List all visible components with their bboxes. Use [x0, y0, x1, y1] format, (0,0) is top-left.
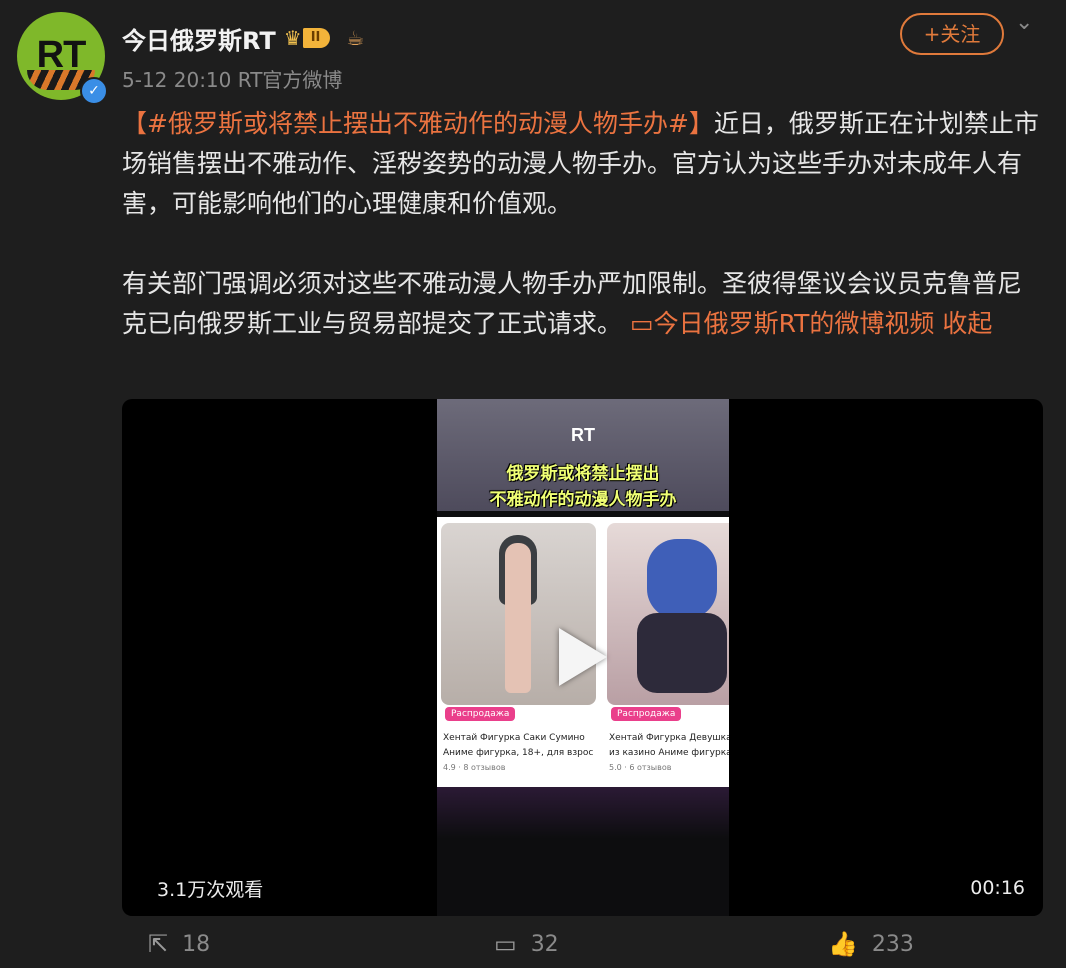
crown-icon: ♛: [283, 26, 302, 50]
figure-image: [637, 613, 727, 693]
card-1-text: Хентай Фигурка Саки Сумино Аниме фигурка…: [443, 733, 593, 758]
like-button[interactable]: 👍 233: [828, 930, 914, 958]
thumbnail-caption-1: 俄罗斯或将禁止摆出: [506, 464, 660, 484]
paragraph-2: 有关部门强调必须对这些不雅动漫人物手办严加限制。圣彼得堡议会议员克鲁普尼克已向俄…: [122, 264, 1042, 344]
chevron-down-icon[interactable]: ⌄: [1015, 10, 1033, 35]
product-card-2: [607, 523, 729, 705]
post-body: 【#俄罗斯或将禁止摆出不雅动作的动漫人物手办#】近日，俄罗斯正在计划禁止市场销售…: [122, 104, 1042, 344]
comment-button[interactable]: ▭ 32: [494, 930, 559, 958]
card-1-rating: 4.9 · 8 отзывов: [443, 763, 506, 772]
badge-level: II: [302, 28, 331, 48]
like-count: 233: [871, 931, 914, 957]
thumbnail-logo: RT: [571, 425, 595, 445]
card-2-text: Хентай Фигурка Девушка-кр... из казино А…: [609, 733, 729, 758]
post-meta: 5-12 20:10 RT官方微博: [122, 64, 342, 93]
post-timestamp: 5-12 20:10: [122, 68, 232, 92]
comment-icon: ▭: [494, 930, 517, 958]
card-2-rating: 5.0 · 6 отзывов: [609, 763, 672, 772]
topic-link[interactable]: 【#俄罗斯或将禁止摆出不雅动作的动漫人物手办#】: [122, 109, 714, 138]
thumbnail-caption-2: 不雅动作的动漫人物手办: [489, 490, 677, 510]
video-duration: 00:16: [970, 877, 1025, 899]
action-bar: ⇱ 18 ▭ 32 👍 233: [0, 930, 1066, 968]
thumbnail-footer: [437, 787, 729, 916]
follow-button[interactable]: +关注: [900, 13, 1004, 55]
repost-count: 18: [182, 931, 211, 957]
weibo-post: RT ✓ 今日俄罗斯RT ♛ II ☕ 5-12 20:10 RT官方微博 +关…: [0, 0, 1066, 968]
sale-badge: Распродажа: [611, 707, 682, 721]
video-link-icon: ▭: [629, 309, 654, 338]
view-count: 3.1万次观看: [157, 879, 264, 901]
comment-count: 32: [530, 931, 559, 957]
repost-button[interactable]: ⇱ 18: [148, 930, 210, 958]
figure-image: [505, 543, 531, 693]
post-source: RT官方微博: [237, 68, 343, 92]
figure-image: [647, 539, 717, 619]
thumbs-up-icon: 👍: [828, 930, 858, 958]
sale-badge: Распродажа: [445, 707, 516, 721]
author-row: 今日俄罗斯RT ♛ II ☕: [122, 20, 364, 56]
repost-icon: ⇱: [148, 930, 169, 958]
thumbnail-header: RT 俄罗斯或将禁止摆出 不雅动作的动漫人物手办: [437, 399, 729, 511]
collapse-link[interactable]: 收起: [942, 309, 992, 338]
author-name[interactable]: 今日俄罗斯RT: [122, 21, 276, 56]
verified-icon: ✓: [80, 77, 108, 105]
paragraph-1: 【#俄罗斯或将禁止摆出不雅动作的动漫人物手办#】近日，俄罗斯正在计划禁止市场销售…: [122, 104, 1042, 224]
milk-tea-icon[interactable]: ☕: [346, 26, 364, 50]
member-badge[interactable]: ♛ II: [284, 26, 331, 50]
video-player[interactable]: RT 俄罗斯或将禁止摆出 不雅动作的动漫人物手办 Распродажа Расп…: [122, 399, 1043, 916]
play-icon[interactable]: [559, 628, 607, 686]
video-link[interactable]: ▭今日俄罗斯RT的微博视频: [630, 309, 934, 338]
